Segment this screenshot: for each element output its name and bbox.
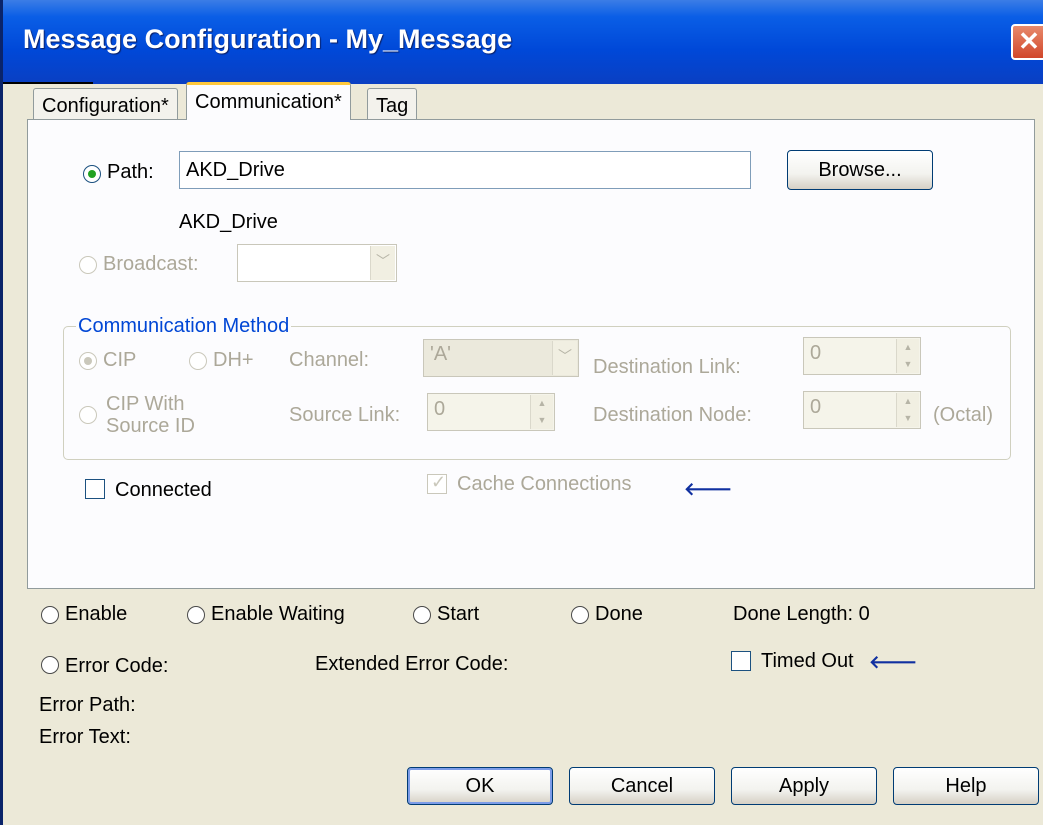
- error-code-label: Error Code:: [65, 655, 169, 677]
- enable-waiting-status-radio: [187, 606, 205, 624]
- ok-button[interactable]: OK: [407, 767, 553, 805]
- start-label: Start: [437, 603, 480, 625]
- arrow-left-icon: 🡐: [869, 652, 918, 672]
- enable-waiting-label: Enable Waiting: [211, 603, 345, 625]
- enable-label: Enable: [65, 603, 128, 625]
- enable-status-radio: [41, 606, 59, 624]
- done-label: Done: [595, 603, 643, 625]
- error-text-label: Error Text:: [39, 726, 131, 748]
- start-status-radio: [413, 606, 431, 624]
- timed-out-checkbox[interactable]: [731, 651, 751, 671]
- message-configuration-dialog: Message Configuration - My_Message ✕ Con…: [0, 0, 1043, 825]
- done-status-radio: [571, 606, 589, 624]
- error-path-label: Error Path:: [39, 694, 136, 716]
- status-area: Enable Enable Waiting Start Done Done Le…: [3, 0, 1043, 825]
- apply-button[interactable]: Apply: [731, 767, 877, 805]
- extended-error-code-label: Extended Error Code:: [315, 653, 509, 675]
- help-button[interactable]: Help: [893, 767, 1039, 805]
- timed-out-label: Timed Out: [761, 650, 854, 672]
- done-length: Done Length: 0: [733, 603, 870, 625]
- cancel-button[interactable]: Cancel: [569, 767, 715, 805]
- error-code-status-radio: [41, 656, 59, 674]
